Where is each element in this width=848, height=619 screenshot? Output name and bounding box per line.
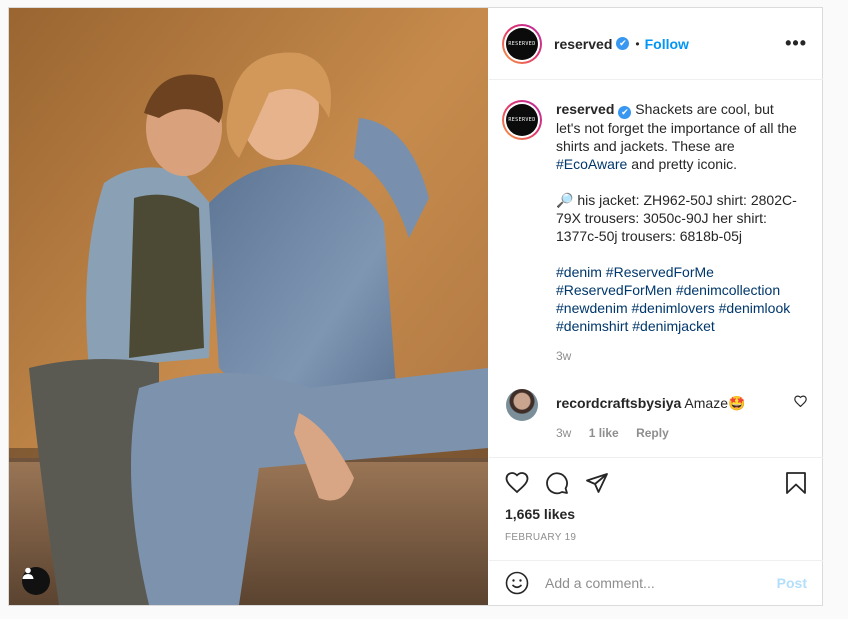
post-header: RESERVED reserved ✔ • Follow •••	[489, 8, 823, 80]
caption-avatar[interactable]: RESERVED	[502, 100, 542, 140]
commenter-avatar[interactable]	[506, 389, 538, 421]
more-options-icon[interactable]: •••	[785, 33, 807, 54]
post-card: RESERVED reserved ✔ • Follow ••• RESERVE…	[8, 7, 823, 606]
comment-icon[interactable]	[545, 471, 569, 495]
caption-row: RESERVED reserved ✔ Shackets are cool, bu…	[502, 100, 807, 365]
caption-paragraph-2: 🔎 his jacket: ZH962-50J shirt: 2802C-79X…	[556, 192, 797, 244]
verified-icon: ✔	[618, 106, 632, 119]
commenter-username[interactable]: recordcraftsbysiya	[556, 395, 681, 411]
comment-likes[interactable]: 1 like	[589, 426, 619, 440]
verified-icon: ✔	[616, 37, 630, 50]
caption-username[interactable]: reserved	[556, 101, 614, 117]
comment-input[interactable]	[545, 575, 777, 591]
comment-text: Amaze🤩	[684, 395, 746, 411]
hashtag-list[interactable]: #denim #ReservedForMe #ReservedForMen #d…	[556, 263, 801, 335]
brand-logo: RESERVED	[506, 104, 538, 136]
post-date[interactable]: FEBRUARY 19	[505, 532, 807, 543]
share-icon[interactable]	[585, 471, 609, 495]
separator-dot: •	[635, 36, 640, 51]
comment-timestamp[interactable]: 3w	[556, 426, 571, 440]
avatar[interactable]: RESERVED	[502, 23, 542, 64]
caption-timestamp[interactable]: 3w	[556, 347, 801, 365]
comment-item: recordcraftsbysiya Amaze🤩 3w 1 like Repl…	[502, 389, 807, 440]
brand-logo: RESERVED	[506, 27, 538, 60]
hashtag-link[interactable]: #EcoAware	[556, 156, 627, 172]
action-bar: 1,665 likes FEBRUARY 19	[489, 457, 823, 560]
follow-button[interactable]: Follow	[645, 36, 689, 52]
like-count[interactable]: 1,665 likes	[505, 506, 807, 522]
username-link[interactable]: reserved	[554, 36, 612, 52]
caption-paragraph-1-end: and pretty iconic.	[627, 156, 738, 172]
post-comment-button[interactable]: Post	[777, 575, 807, 591]
post-photo[interactable]	[9, 8, 488, 605]
heart-icon[interactable]	[505, 471, 529, 495]
reply-button[interactable]: Reply	[636, 426, 669, 440]
add-comment-bar: Post	[489, 560, 823, 605]
person-icon	[22, 567, 34, 579]
comments-area[interactable]: RESERVED reserved ✔ Shackets are cool, bu…	[489, 80, 823, 457]
user-tag-button[interactable]	[22, 567, 50, 595]
bookmark-icon[interactable]	[785, 471, 807, 495]
comment-like-heart-icon[interactable]	[794, 395, 807, 407]
post-side-panel: RESERVED reserved ✔ • Follow ••• RESERVE…	[489, 8, 823, 605]
emoji-icon[interactable]	[505, 571, 529, 595]
caption-text: reserved ✔ Shackets are cool, but let's n…	[556, 100, 801, 365]
denim-couple-photo	[9, 8, 488, 605]
